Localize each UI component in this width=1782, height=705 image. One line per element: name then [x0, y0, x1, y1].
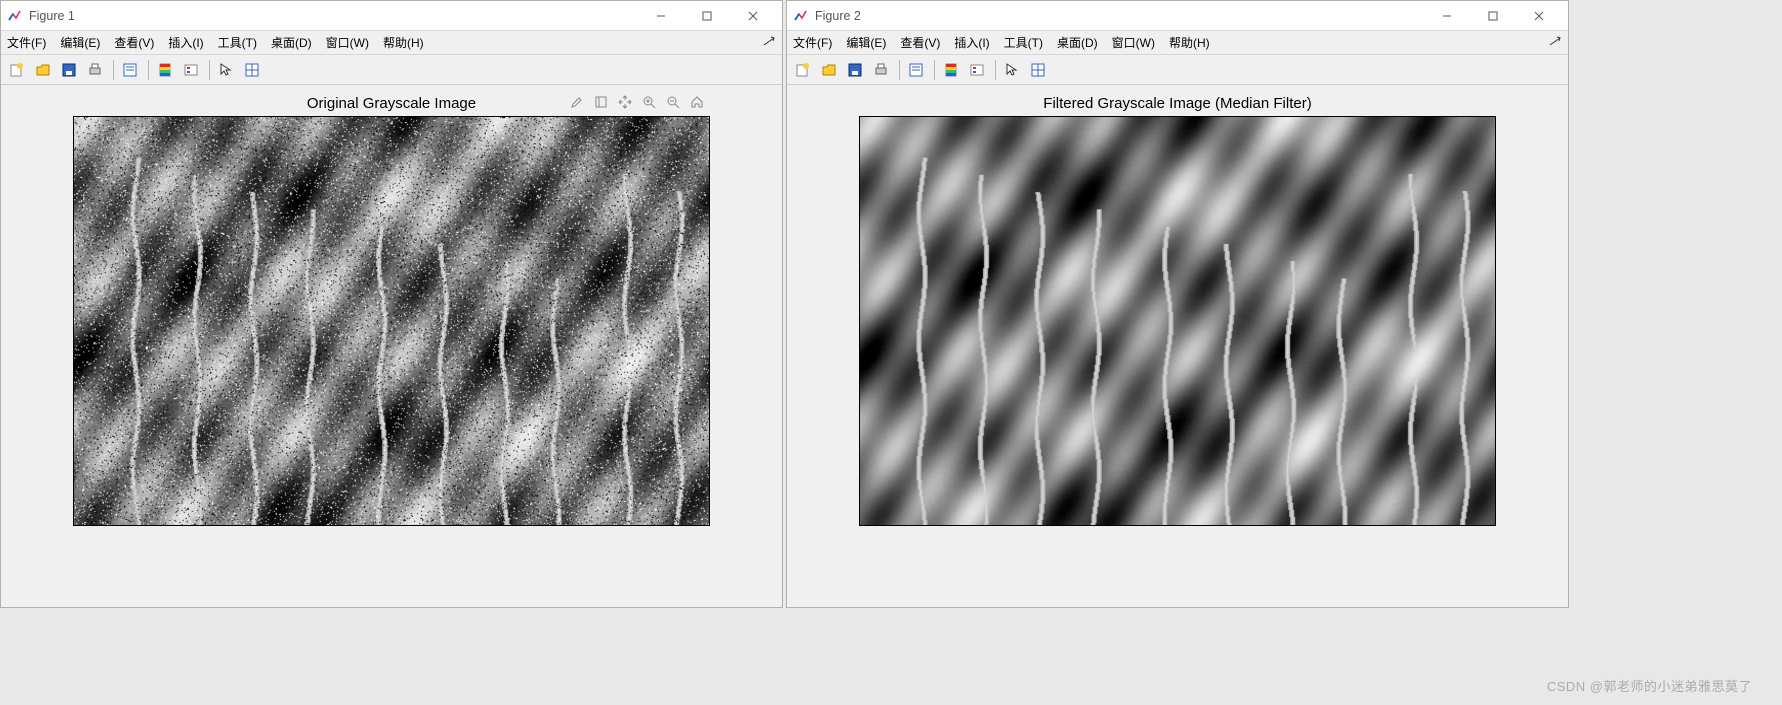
pointer-button[interactable]	[214, 58, 238, 82]
matlab-icon	[7, 8, 23, 24]
image-display[interactable]	[73, 116, 710, 526]
save-button[interactable]	[843, 58, 867, 82]
menu-desktop[interactable]: 桌面(D)	[271, 34, 312, 51]
image-display[interactable]	[859, 116, 1496, 526]
data-cursor-button[interactable]	[240, 58, 264, 82]
titlebar[interactable]: Figure 1	[1, 1, 782, 31]
maximize-button[interactable]	[684, 2, 730, 30]
minimize-button[interactable]	[638, 2, 684, 30]
watermark-text: CSDN @郭老师的小迷弟雅思莫了	[1547, 676, 1752, 695]
toolbar	[787, 55, 1568, 85]
menu-window[interactable]: 窗口(W)	[1112, 34, 1155, 51]
figure-window-1: Figure 1 文件(F) 编辑(E) 查看(V) 插入(I) 工具(T) 桌…	[0, 0, 783, 608]
toolbar	[1, 55, 782, 85]
legend-button[interactable]	[965, 58, 989, 82]
close-button[interactable]	[730, 2, 776, 30]
toolbar-separator	[934, 60, 935, 80]
menu-edit[interactable]: 编辑(E)	[60, 34, 100, 51]
pan-icon[interactable]	[616, 93, 634, 111]
titlebar[interactable]: Figure 2	[787, 1, 1568, 31]
menu-desktop[interactable]: 桌面(D)	[1057, 34, 1098, 51]
toolbar-separator	[209, 60, 210, 80]
home-icon[interactable]	[688, 93, 706, 111]
menu-file[interactable]: 文件(F)	[7, 34, 46, 51]
window-title: Figure 2	[815, 9, 1424, 23]
data-cursor-button[interactable]	[1026, 58, 1050, 82]
menu-window[interactable]: 窗口(W)	[326, 34, 369, 51]
zoom-out-icon[interactable]	[664, 93, 682, 111]
toolbar-separator	[148, 60, 149, 80]
menu-view[interactable]: 查看(V)	[114, 34, 154, 51]
axes-toolbar	[568, 93, 706, 111]
new-figure-button[interactable]	[5, 58, 29, 82]
print-button[interactable]	[83, 58, 107, 82]
figure-window-2: Figure 2 文件(F) 编辑(E) 查看(V) 插入(I) 工具(T) 桌…	[786, 0, 1569, 608]
toolbar-separator	[995, 60, 996, 80]
menu-help[interactable]: 帮助(H)	[383, 34, 424, 51]
legend-button[interactable]	[179, 58, 203, 82]
colorbar-button[interactable]	[939, 58, 963, 82]
toolbar-separator	[113, 60, 114, 80]
maximize-button[interactable]	[1470, 2, 1516, 30]
toolbar-separator	[899, 60, 900, 80]
colorbar-button[interactable]	[153, 58, 177, 82]
menu-edit[interactable]: 编辑(E)	[846, 34, 886, 51]
menu-insert[interactable]: 插入(I)	[168, 34, 203, 51]
menubar: 文件(F) 编辑(E) 查看(V) 插入(I) 工具(T) 桌面(D) 窗口(W…	[1, 31, 782, 55]
menubar: 文件(F) 编辑(E) 查看(V) 插入(I) 工具(T) 桌面(D) 窗口(W…	[787, 31, 1568, 55]
zoom-in-icon[interactable]	[640, 93, 658, 111]
close-button[interactable]	[1516, 2, 1562, 30]
print-preview-button[interactable]	[118, 58, 142, 82]
brush-icon[interactable]	[568, 93, 586, 111]
menu-file[interactable]: 文件(F)	[793, 34, 832, 51]
open-button[interactable]	[31, 58, 55, 82]
open-button[interactable]	[817, 58, 841, 82]
pointer-button[interactable]	[1000, 58, 1024, 82]
print-button[interactable]	[869, 58, 893, 82]
minimize-button[interactable]	[1424, 2, 1470, 30]
figure-canvas-area: Original Grayscale Image	[1, 85, 782, 607]
restore-view-icon[interactable]	[592, 93, 610, 111]
axes-title: Filtered Grayscale Image (Median Filter)	[859, 95, 1496, 112]
menu-overflow-icon[interactable]	[1548, 35, 1562, 49]
menu-tools[interactable]: 工具(T)	[1004, 34, 1043, 51]
menu-tools[interactable]: 工具(T)	[218, 34, 257, 51]
window-title: Figure 1	[29, 9, 638, 23]
figure-canvas-area: Filtered Grayscale Image (Median Filter)	[787, 85, 1568, 607]
menu-view[interactable]: 查看(V)	[900, 34, 940, 51]
matlab-icon	[793, 8, 809, 24]
save-button[interactable]	[57, 58, 81, 82]
print-preview-button[interactable]	[904, 58, 928, 82]
menu-insert[interactable]: 插入(I)	[954, 34, 989, 51]
menu-overflow-icon[interactable]	[762, 35, 776, 49]
new-figure-button[interactable]	[791, 58, 815, 82]
menu-help[interactable]: 帮助(H)	[1169, 34, 1210, 51]
